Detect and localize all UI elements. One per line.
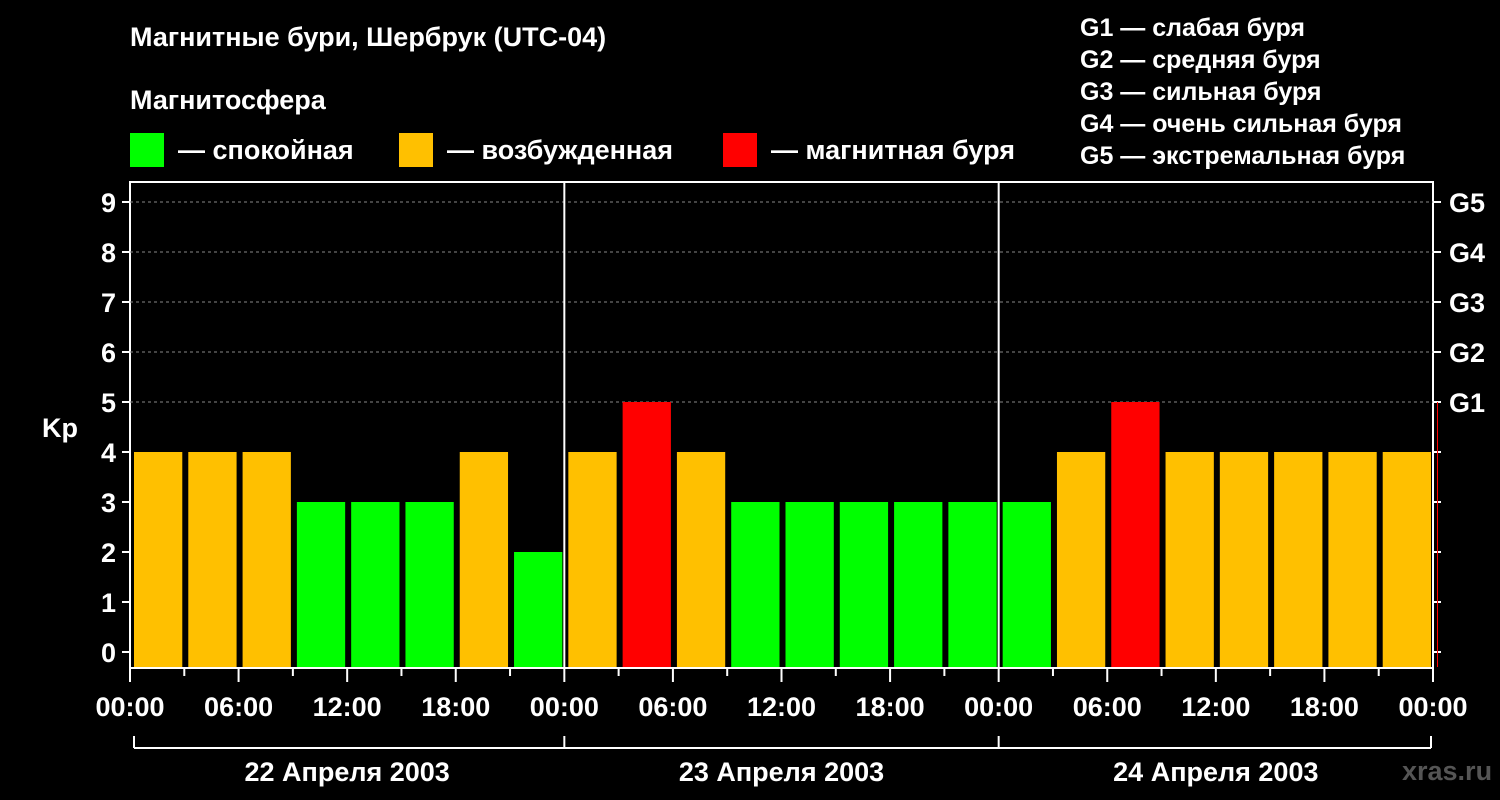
kp-bar [894, 502, 943, 667]
g-axis-label: G2 [1449, 338, 1485, 368]
g-axis-label: G3 [1449, 288, 1485, 318]
kp-bar [188, 452, 237, 667]
x-tick-label: 06:00 [204, 692, 273, 722]
watermark: xras.ru [1402, 756, 1493, 786]
x-tick-label: 12:00 [1181, 692, 1250, 722]
y-tick-label: 1 [101, 588, 116, 618]
day-label: 22 Апреля 2003 [245, 757, 450, 787]
y-tick-label: 0 [101, 638, 116, 668]
kp-bar [514, 552, 563, 667]
x-tick-label: 18:00 [421, 692, 490, 722]
kp-bar [1002, 502, 1051, 667]
kp-bar [622, 402, 671, 667]
kp-bar [134, 452, 183, 667]
x-tick-label: 18:00 [856, 692, 925, 722]
x-tick-label: 06:00 [638, 692, 707, 722]
x-tick-label: 00:00 [530, 692, 599, 722]
y-tick-label: 4 [101, 438, 116, 468]
kp-bar [948, 502, 997, 667]
y-tick-label: 8 [101, 238, 116, 268]
kp-bar [676, 452, 726, 667]
kp-bar [1111, 402, 1160, 667]
kp-bar [1219, 452, 1269, 667]
y-tick-label: 2 [101, 538, 116, 568]
y-tick-label: 3 [101, 488, 116, 518]
kp-bar [1056, 452, 1106, 667]
kp-bar [1382, 452, 1431, 667]
kp-bar [731, 502, 780, 667]
g-axis-label: G5 [1449, 188, 1485, 218]
kp-bar [1274, 452, 1323, 667]
kp-bar [459, 452, 509, 667]
day-label: 23 Апреля 2003 [679, 757, 884, 787]
x-tick-label: 12:00 [313, 692, 382, 722]
kp-bar [405, 502, 454, 667]
x-tick-label: 18:00 [1290, 692, 1359, 722]
kp-bar [839, 502, 889, 667]
g-axis-label: G1 [1449, 388, 1485, 418]
x-tick-label: 00:00 [1398, 692, 1467, 722]
g-axis-label: G4 [1449, 238, 1485, 268]
kp-bar [1437, 402, 1438, 667]
kp-bar [296, 502, 346, 667]
day-label: 24 Апреля 2003 [1113, 757, 1318, 787]
y-tick-label: 6 [101, 338, 116, 368]
y-tick-label: 9 [101, 188, 116, 218]
kp-bar [1328, 452, 1377, 667]
x-tick-label: 00:00 [964, 692, 1033, 722]
y-tick-label: 7 [101, 288, 116, 318]
kp-bar [351, 502, 400, 667]
x-tick-label: 12:00 [747, 692, 816, 722]
x-tick-label: 00:00 [95, 692, 164, 722]
y-tick-label: 5 [101, 388, 116, 418]
kp-bar [1165, 452, 1214, 667]
kp-bar-chart: 0 1 2 3 4 5 6 7 8 9 G1 G2 G3 G4 G5 Kp 00:00 06:00 12:00 18:… [42, 181, 1485, 787]
x-tick-label: 06:00 [1073, 692, 1142, 722]
kp-bar [242, 452, 291, 667]
kp-bar [785, 502, 834, 667]
kp-bar [568, 452, 617, 667]
y-axis-label: Kp [42, 413, 78, 443]
